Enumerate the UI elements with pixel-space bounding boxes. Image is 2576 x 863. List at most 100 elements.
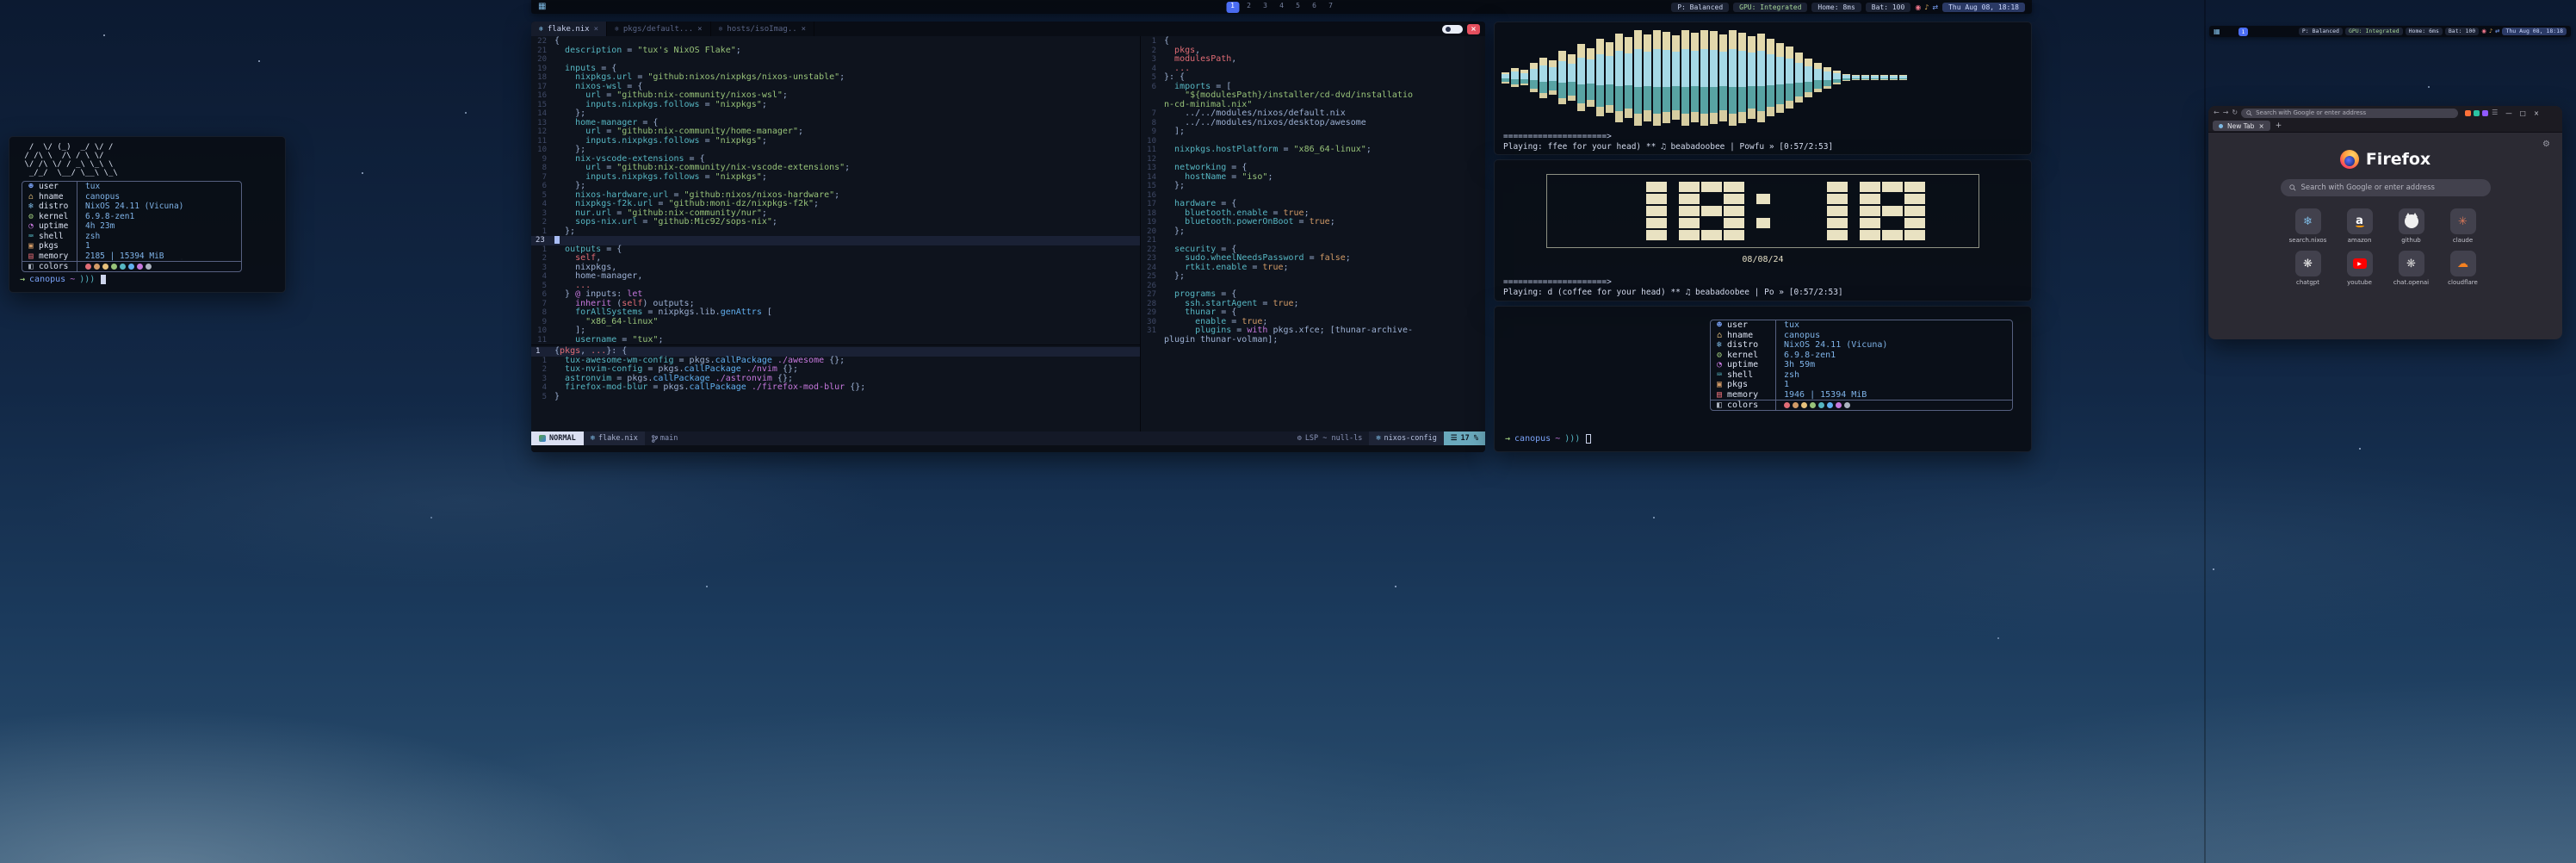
tab-new-tab[interactable]: New Tab ×	[2213, 121, 2270, 131]
token	[554, 374, 565, 383]
new-tab-button[interactable]: +	[2276, 121, 2282, 130]
wave-top	[1786, 47, 1793, 59]
shell-prompt[interactable]: →canopus~)))	[20, 275, 106, 284]
token	[554, 317, 585, 326]
workspace-4[interactable]: 4	[1275, 2, 1288, 13]
gpu-module[interactable]: GPU: Integrated	[2345, 28, 2403, 35]
terminal-fastfetch-left[interactable]: / \/ (_) _/ \/ / / /\ \ /\ / \ \/ \/ /\ …	[9, 136, 286, 293]
line-number: 17	[1141, 200, 1164, 209]
shortcut-chatgpt[interactable]: ❋chatgpt	[2289, 251, 2327, 286]
app-grid-icon[interactable]: ▦	[538, 0, 546, 14]
maximize-button[interactable]: □	[2520, 109, 2526, 117]
extension-icon-orange[interactable]	[2465, 110, 2471, 116]
power-icon[interactable]: ◉	[2481, 28, 2486, 35]
clock-module[interactable]: Thu Aug 08, 18:18	[1942, 3, 2025, 12]
menu-icon[interactable]: ☰	[2492, 106, 2498, 120]
tab-hosts-isoimage[interactable]: ❄ hosts/isoImag.. ×	[711, 22, 815, 36]
line-number: 9	[531, 318, 554, 327]
power-icon[interactable]: ◉	[1915, 3, 1921, 12]
workspace-1[interactable]: 1	[1226, 2, 1239, 13]
url-bar[interactable]: Search with Google or enter address	[2241, 109, 2458, 118]
workspace-1[interactable]: 1	[2239, 28, 2248, 36]
line-number: 8	[531, 164, 554, 173]
code-line: 11 inputs.nixpkgs.follows = "nixpkgs";	[531, 137, 1140, 146]
minimize-button[interactable]: —	[2505, 109, 2512, 117]
tab-close-icon[interactable]: ×	[697, 25, 702, 34]
tab-pkgs-default[interactable]: ❄ pkgs/default... ×	[607, 22, 711, 36]
workspace-2[interactable]: 2	[1242, 2, 1255, 13]
clock-digit	[1601, 182, 1667, 240]
token: = pkgs.	[611, 374, 653, 383]
network-icon[interactable]: ⇄	[1932, 3, 1938, 12]
memory-icon: ▤	[1715, 390, 1724, 400]
power-profile-module[interactable]: P: Balanced	[1671, 3, 1729, 12]
workspace-3[interactable]: 3	[1259, 2, 1272, 13]
workspace-6[interactable]: 6	[1308, 2, 1321, 13]
pane-pkgs-default-nix[interactable]: 1{pkgs, ...}: {1 tux-awesome-wm-config =…	[531, 345, 1140, 432]
wave-mid	[1596, 54, 1604, 85]
network-latency-module[interactable]: Home: 6ms	[2406, 28, 2443, 35]
battery-module[interactable]: Bat: 100	[1866, 3, 1911, 12]
tab-close-icon[interactable]: ×	[802, 25, 806, 34]
token: self	[622, 299, 642, 308]
line-number: 11	[531, 336, 554, 345]
tab-flake-nix[interactable]: ❄ flake.nix ×	[531, 22, 607, 36]
extension-icon-teal[interactable]	[2474, 110, 2480, 116]
workspace-5[interactable]: 5	[1291, 2, 1304, 13]
extension-icon-purple[interactable]	[2482, 110, 2488, 116]
clock-cell	[1601, 194, 1622, 204]
clock-cell	[1860, 230, 1880, 240]
tab-close-icon[interactable]: ×	[2258, 122, 2263, 130]
power-profile-module[interactable]: P: Balanced	[2299, 28, 2343, 35]
volume-icon[interactable]: ♪	[2489, 28, 2492, 35]
viz-bar	[1786, 47, 1793, 109]
top-bar-secondary: ▦ 1 P: Balanced GPU: Integrated Home: 6m…	[2209, 26, 2571, 37]
terminal-fastfetch-right[interactable]: ☻usertux⌂hnamecanopus❄distroNixOS 24.11 …	[1494, 306, 2032, 452]
clock-module[interactable]: Thu Aug 08, 18:18	[2502, 28, 2567, 35]
token	[1164, 172, 1185, 182]
shortcut-github[interactable]: github	[2393, 208, 2430, 244]
tab-close-icon[interactable]: ×	[594, 25, 598, 34]
token	[1164, 208, 1185, 218]
pane-flake-nix[interactable]: 22{21 description = "tux's NixOS Flake";…	[531, 36, 1140, 345]
shortcut-search.nixos[interactable]: ❄search.nixos	[2289, 208, 2327, 244]
network-latency-module[interactable]: Home: 8ms	[1811, 3, 1861, 12]
wave-base	[1587, 100, 1595, 107]
shortcut-claude[interactable]: ✳claude	[2444, 208, 2482, 244]
gpu-module[interactable]: GPU: Integrated	[1733, 3, 1807, 12]
close-window-button[interactable]: ×	[1467, 24, 1480, 34]
personalize-gear-icon[interactable]: ⚙	[2542, 140, 2550, 149]
desktop: { "colors":{"accent":"#4c6ef5","nix_blue…	[0, 0, 2576, 863]
line-number: 16	[1141, 191, 1164, 201]
shortcut-youtube[interactable]: ▶youtube	[2341, 251, 2379, 286]
shortcut-amazon[interactable]: aamazon	[2341, 208, 2379, 244]
token	[1164, 263, 1185, 272]
wave-mid	[1748, 53, 1756, 85]
forward-icon[interactable]: →	[2223, 106, 2229, 120]
shortcut-chat.openai[interactable]: ❋chat.openai	[2393, 251, 2430, 286]
viz-bar	[1852, 75, 1860, 80]
shortcut-cloudflare[interactable]: ☁cloudflare	[2444, 251, 2482, 286]
command-line[interactable]	[531, 445, 1485, 452]
shell-prompt[interactable]: →canopus~)))	[1505, 434, 1591, 444]
terminal-visualizer[interactable]: =====================> Playing: ffee for…	[1494, 22, 2032, 155]
token: =	[1226, 172, 1242, 182]
terminal-clock[interactable]: 08/08/24 =====================> Playing:…	[1494, 159, 2032, 301]
pin-toggle[interactable]	[1442, 25, 1463, 34]
app-grid-icon[interactable]: ▦	[2214, 26, 2220, 37]
workspace-7[interactable]: 7	[1324, 2, 1337, 13]
fetch-row: ⌨shellzsh	[22, 232, 241, 242]
back-icon[interactable]: ←	[2214, 106, 2220, 120]
battery-module[interactable]: Bat: 100	[2445, 28, 2479, 35]
network-icon[interactable]: ⇄	[2495, 28, 2499, 35]
close-button[interactable]: ×	[2534, 109, 2539, 117]
reload-icon[interactable]: ↻	[2232, 106, 2238, 120]
pane-iso-image-nix[interactable]: 1{2 pkgs,3 modulesPath,4 ...5}: {6 impor…	[1141, 36, 1485, 432]
line-number: 18	[531, 73, 554, 83]
wave-base	[1786, 101, 1793, 109]
start-search-input[interactable]: Search with Google or enter address	[2281, 179, 2491, 196]
viz-bar	[1520, 70, 1528, 85]
firefox-start-page: ⚙ Firefox Search with Google or enter ad…	[2208, 133, 2562, 339]
search.nixos-glyph: ❄	[2303, 215, 2313, 228]
volume-icon[interactable]: ♪	[1924, 3, 1929, 12]
